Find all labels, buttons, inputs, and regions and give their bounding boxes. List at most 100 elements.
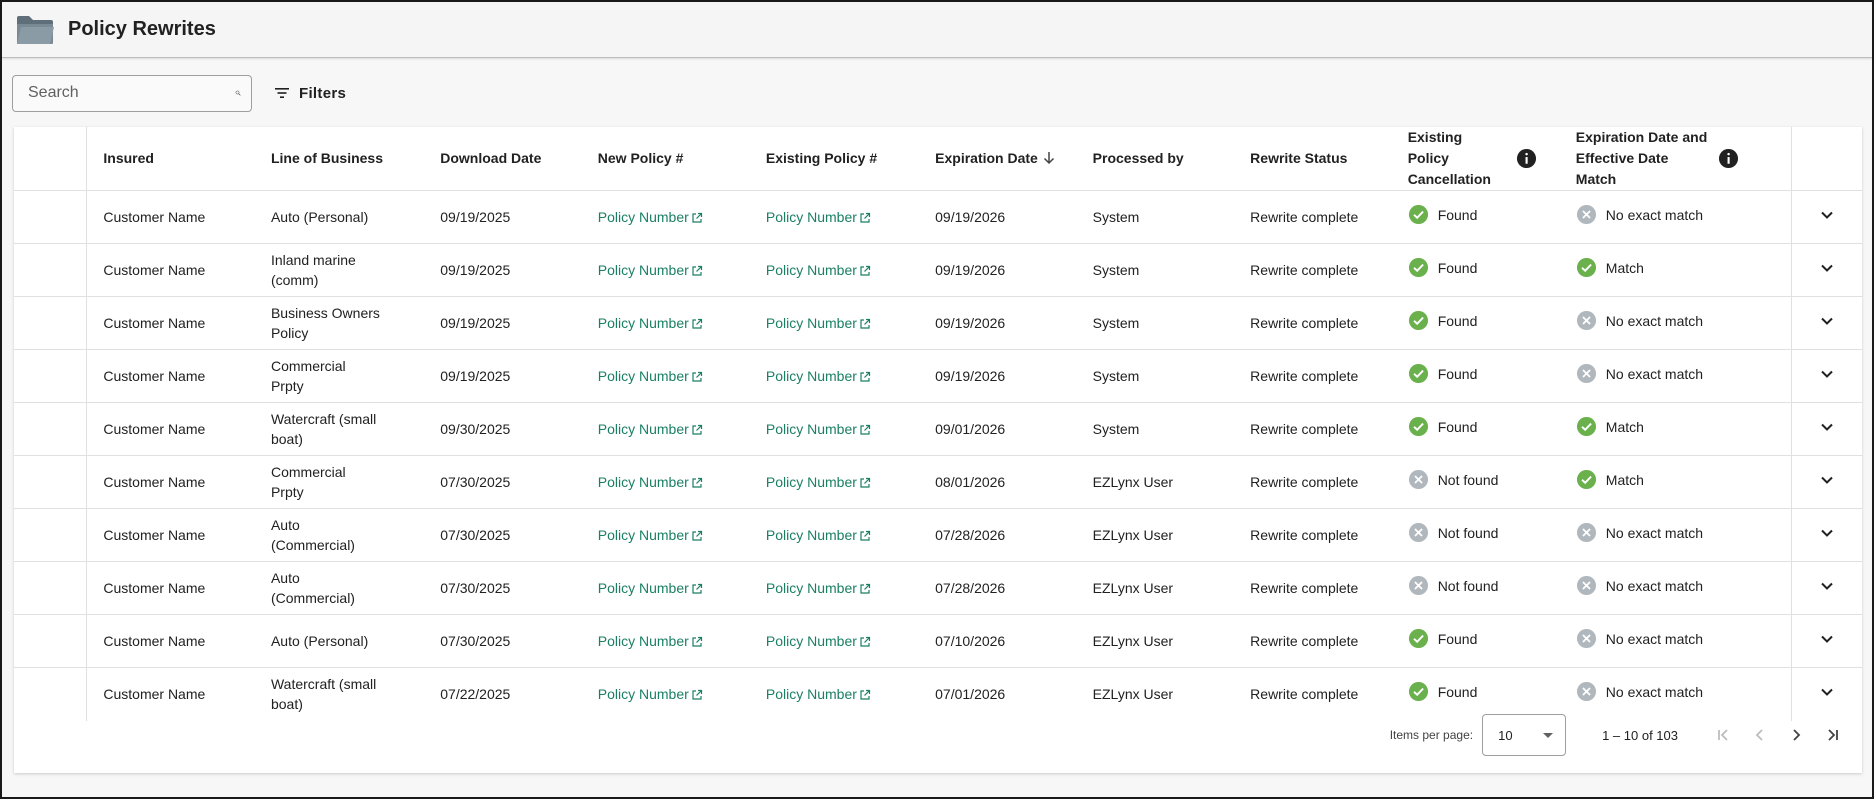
previous-page-button[interactable] <box>1742 717 1778 753</box>
cancellation-status: Found <box>1408 310 1477 331</box>
first-page-button[interactable] <box>1706 717 1742 753</box>
new-policy-link[interactable]: Policy Number <box>598 631 703 651</box>
line-of-business-text: Commercial Prpty <box>270 358 346 394</box>
cell-rewrite-status: Rewrite complete <box>1234 402 1392 456</box>
cell-new-policy: Policy Number <box>581 455 750 509</box>
header-processed-by[interactable]: Processed by <box>1076 127 1235 191</box>
existing-policy-link[interactable]: Policy Number <box>766 525 871 545</box>
cell-date-match: Match <box>1559 243 1792 297</box>
existing-policy-link[interactable]: Policy Number <box>766 631 871 651</box>
external-link-icon <box>692 212 702 223</box>
chevron-down-icon[interactable] <box>1816 204 1838 226</box>
chevron-down-icon[interactable] <box>1816 310 1838 332</box>
new-policy-link[interactable]: Policy Number <box>598 260 703 280</box>
new-policy-link[interactable]: Policy Number <box>598 578 703 598</box>
row-expand-button[interactable] <box>1790 243 1862 297</box>
table-row[interactable]: Customer Name Commercial Prpty 09/19/2025 P… <box>14 349 1862 403</box>
cell-line-of-business: Inland marine (comm) <box>254 243 425 297</box>
row-select-cell <box>14 561 88 615</box>
cell-download-date: 09/30/2025 <box>424 402 582 456</box>
cell-processed-by: System <box>1076 349 1235 403</box>
cell-insured: Customer Name <box>86 190 255 244</box>
search-box <box>12 74 252 112</box>
table-row[interactable]: Customer Name Watercraft (small boat) 09/3… <box>14 402 1862 456</box>
header-new-policy[interactable]: New Policy # <box>581 127 750 191</box>
row-expand-button[interactable] <box>1790 455 1862 509</box>
cell-expiration-date: 07/28/2026 <box>919 561 1077 615</box>
external-link-icon <box>692 583 702 594</box>
row-select-cell <box>14 243 88 297</box>
header-date-match[interactable]: Expiration Date and Effective Date Match <box>1559 127 1792 191</box>
search-input[interactable] <box>28 84 235 102</box>
cell-new-policy: Policy Number <box>581 190 750 244</box>
header-download-date[interactable]: Download Date <box>424 127 582 191</box>
row-expand-button[interactable] <box>1790 508 1862 562</box>
next-page-button[interactable] <box>1778 717 1814 753</box>
external-link-icon <box>692 265 702 276</box>
last-page-icon <box>1828 729 1838 741</box>
existing-policy-link[interactable]: Policy Number <box>766 366 871 386</box>
existing-policy-link[interactable]: Policy Number <box>766 578 871 598</box>
header-rewrite-status[interactable]: Rewrite Status <box>1234 127 1392 191</box>
existing-policy-link-text: Policy Number <box>765 209 857 225</box>
page-header: Policy Rewrites <box>2 2 1872 58</box>
table-row[interactable]: Customer Name Inland marine (comm) 09/19/2… <box>14 243 1862 297</box>
header-insured[interactable]: Insured <box>86 127 255 191</box>
chevron-down-icon[interactable] <box>1816 575 1838 597</box>
row-expand-button[interactable] <box>1790 614 1862 668</box>
table-row[interactable]: Customer Name Business Owners Policy 09/19… <box>14 296 1862 350</box>
table-row[interactable]: Customer Name Auto (Commercial) 07/30/2025… <box>14 508 1862 562</box>
cancel-circle-icon <box>1576 310 1596 331</box>
filters-button[interactable]: Filters <box>274 85 346 102</box>
chevron-down-icon[interactable] <box>1816 363 1838 385</box>
sort-descending-icon[interactable] <box>1042 151 1056 165</box>
new-policy-link[interactable]: Policy Number <box>598 525 703 545</box>
table-row[interactable]: Customer Name Auto (Personal) 09/19/2025 Po… <box>14 190 1862 244</box>
search-icon[interactable] <box>235 83 241 103</box>
paginator: Items per page: 10 1 – 10 of 103 <box>14 697 1862 773</box>
cell-line-of-business: Auto (Commercial) <box>254 561 425 615</box>
chevron-down-icon[interactable] <box>1816 469 1838 491</box>
header-expiration-date[interactable]: Expiration Date <box>919 127 1077 191</box>
chevron-down-icon[interactable] <box>1816 416 1838 438</box>
cell-download-date: 09/19/2025 <box>424 296 582 350</box>
new-policy-link[interactable]: Policy Number <box>598 313 703 333</box>
existing-policy-link[interactable]: Policy Number <box>766 260 871 280</box>
header-line-of-business[interactable]: Line of Business <box>254 127 425 191</box>
table-row[interactable]: Customer Name Auto (Personal) 07/30/2025 Po… <box>14 614 1862 668</box>
chevron-down-icon[interactable] <box>1816 257 1838 279</box>
existing-policy-link-text: Policy Number <box>765 421 857 437</box>
row-select-cell <box>14 402 88 456</box>
external-link-icon <box>692 318 702 329</box>
existing-policy-link[interactable]: Policy Number <box>766 419 871 439</box>
chevron-down-icon[interactable] <box>1816 628 1838 650</box>
chevron-down-icon[interactable] <box>1816 522 1838 544</box>
row-expand-button[interactable] <box>1790 296 1862 350</box>
check-circle-icon <box>1576 257 1596 278</box>
row-expand-button[interactable] <box>1790 190 1862 244</box>
cancellation-text: Not found <box>1437 577 1499 594</box>
existing-policy-link[interactable]: Policy Number <box>766 472 871 492</box>
table-row[interactable]: Customer Name Auto (Commercial) 07/30/2025… <box>14 561 1862 615</box>
header-existing-policy[interactable]: Existing Policy # <box>749 127 920 191</box>
new-policy-link[interactable]: Policy Number <box>598 366 703 386</box>
table-row[interactable]: Customer Name Commercial Prpty 07/30/2025 P… <box>14 455 1862 509</box>
row-expand-button[interactable] <box>1790 402 1862 456</box>
cell-rewrite-status: Rewrite complete <box>1234 349 1392 403</box>
row-expand-button[interactable] <box>1790 349 1862 403</box>
existing-policy-link[interactable]: Policy Number <box>766 207 871 227</box>
new-policy-link[interactable]: Policy Number <box>598 472 703 492</box>
row-expand-button[interactable] <box>1790 561 1862 615</box>
new-policy-link[interactable]: Policy Number <box>598 419 703 439</box>
check-circle-icon <box>1408 310 1428 331</box>
last-page-button[interactable] <box>1814 717 1850 753</box>
info-icon[interactable] <box>1516 148 1537 169</box>
line-of-business-text: Watercraft (small boat) <box>270 411 377 447</box>
existing-policy-link[interactable]: Policy Number <box>766 313 871 333</box>
header-existing-policy-cancellation[interactable]: Existing Policy Cancellation <box>1391 127 1560 191</box>
check-circle-icon <box>1576 416 1596 437</box>
info-icon[interactable] <box>1718 148 1739 169</box>
page-size-select[interactable]: 10 <box>1482 714 1567 756</box>
cell-rewrite-status: Rewrite complete <box>1234 614 1392 668</box>
new-policy-link[interactable]: Policy Number <box>598 207 703 227</box>
